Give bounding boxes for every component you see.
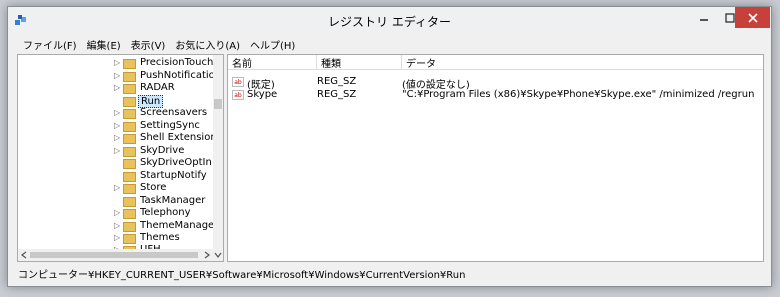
column-header-data[interactable]: データ xyxy=(402,55,763,70)
window-title: レジストリ エディター xyxy=(328,15,451,29)
tree-item[interactable]: ▷ PushNotifications xyxy=(18,70,223,83)
title-bar: レジストリ エディター xyxy=(8,7,771,35)
tree-item[interactable]: ▷ Shell Extensions xyxy=(18,132,222,145)
folder-icon xyxy=(123,222,136,232)
menu-view[interactable]: 表示(V) xyxy=(126,35,171,52)
key-tree-pane[interactable]: ▷ PrecisionTouchPac ▷ PushNotifications ▷ R… xyxy=(17,54,224,262)
folder-icon xyxy=(123,147,136,157)
chevron-right-icon[interactable]: ▷ xyxy=(114,133,120,142)
chevron-right-icon[interactable]: ▷ xyxy=(114,221,120,230)
tree-item[interactable]: ▷ PrecisionTouchPac xyxy=(18,57,223,70)
folder-icon xyxy=(123,172,136,182)
status-bar: コンピューター¥HKEY_CURRENT_USER¥Software¥Micro… xyxy=(8,263,771,285)
folder-icon xyxy=(123,197,136,207)
ab-string-icon: ab xyxy=(232,77,244,87)
tree-item[interactable]: ▷ Telephony xyxy=(18,207,208,220)
chevron-down-icon[interactable] xyxy=(213,249,223,261)
value-type: REG_SZ xyxy=(317,89,357,100)
folder-icon xyxy=(123,122,136,132)
folder-icon xyxy=(123,159,136,169)
menu-bar: ファイル(F) 編集(E) 表示(V) お気に入り(A) ヘルプ(H) xyxy=(8,35,771,52)
tree-item[interactable]: ▷ Store xyxy=(18,182,208,195)
folder-icon xyxy=(123,234,136,244)
value-row[interactable]: ab (既定) REG_SZ (値の設定なし) xyxy=(228,76,763,91)
minimize-button[interactable] xyxy=(691,8,717,28)
chevron-right-icon[interactable] xyxy=(202,249,212,261)
value-name: Skype xyxy=(247,89,278,100)
folder-icon xyxy=(123,59,136,69)
column-header-name[interactable]: 名前 xyxy=(228,55,317,70)
chevron-right-icon[interactable]: ▷ xyxy=(114,83,120,92)
folder-icon xyxy=(123,209,136,219)
tree-item[interactable]: ▷ RADAR xyxy=(18,82,208,95)
status-path: コンピューター¥HKEY_CURRENT_USER¥Software¥Micro… xyxy=(18,270,466,281)
menu-favorites[interactable]: お気に入り(A) xyxy=(170,35,245,52)
chevron-right-icon[interactable]: ▷ xyxy=(114,71,120,80)
value-list-pane[interactable]: 名前 種類 データ ab (既定) REG_SZ (値の設定なし) ab Sky… xyxy=(227,54,764,262)
chevron-right-icon[interactable]: ▷ xyxy=(114,233,120,242)
minimize-icon xyxy=(700,19,708,21)
column-header-type[interactable]: 種類 xyxy=(317,55,402,70)
chevron-right-icon[interactable]: ▷ xyxy=(114,146,120,155)
value-data: "C:¥Program Files (x86)¥Skype¥Phone¥Skyp… xyxy=(402,89,755,100)
chevron-right-icon[interactable]: ▷ xyxy=(114,58,120,67)
scroll-thumb[interactable] xyxy=(214,99,222,109)
tree-vertical-scrollbar[interactable] xyxy=(213,55,223,249)
menu-edit[interactable]: 編集(E) xyxy=(82,35,126,52)
folder-icon xyxy=(123,109,136,119)
value-row[interactable]: ab Skype REG_SZ "C:¥Program Files (x86)¥… xyxy=(228,89,763,102)
chevron-right-icon[interactable]: ▷ xyxy=(114,208,120,217)
value-type: REG_SZ xyxy=(317,76,357,87)
menu-help[interactable]: ヘルプ(H) xyxy=(245,35,300,52)
chevron-left-icon[interactable] xyxy=(19,249,29,261)
folder-icon xyxy=(123,97,136,107)
chevron-right-icon[interactable]: ▷ xyxy=(114,108,120,117)
close-button[interactable] xyxy=(735,7,770,28)
tree-item[interactable]: ▷ Screensavers xyxy=(18,107,208,120)
tree-item[interactable]: StartupNotify xyxy=(18,170,208,183)
menu-file[interactable]: ファイル(F) xyxy=(18,35,82,52)
ab-string-icon: ab xyxy=(232,90,244,100)
folder-icon xyxy=(123,184,136,194)
tree-horizontal-scrollbar[interactable] xyxy=(18,249,223,261)
chevron-right-icon[interactable]: ▷ xyxy=(114,183,120,192)
folder-icon xyxy=(123,72,136,82)
tree-item[interactable]: ▷ Themes xyxy=(18,232,208,245)
scroll-thumb[interactable] xyxy=(30,252,198,258)
tree-item[interactable]: SkyDriveOptIn xyxy=(18,157,212,170)
close-icon xyxy=(747,12,758,23)
folder-icon xyxy=(123,84,136,94)
registry-editor-window: レジストリ エディター ファイル(F) 編集(E) 表示(V) お気に入り(A)… xyxy=(7,6,772,287)
maximize-icon xyxy=(725,13,735,23)
folder-icon xyxy=(123,134,136,144)
chevron-right-icon[interactable]: ▷ xyxy=(114,121,120,130)
